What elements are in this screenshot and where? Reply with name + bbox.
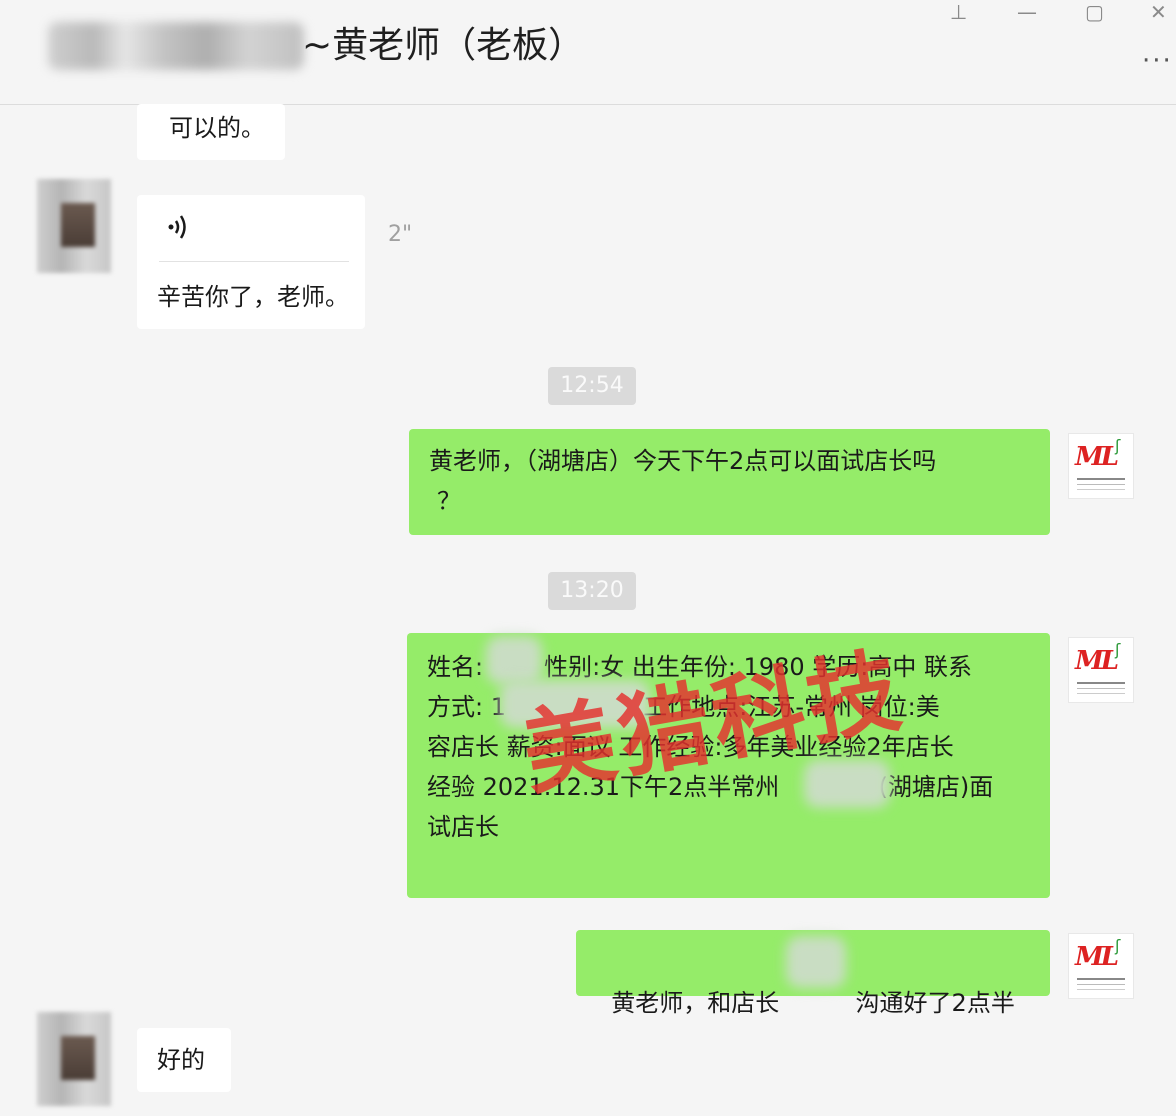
leaf-icon: ʃ bbox=[1115, 640, 1121, 659]
pin-icon[interactable]: ⊥ bbox=[950, 0, 967, 24]
message-text: 黄老师，（湖塘店）今天下午2点可以面试店长吗 bbox=[429, 447, 937, 475]
user-logo-avatar[interactable]: ML ʃ bbox=[1068, 637, 1134, 703]
more-options-icon[interactable]: ··· bbox=[1142, 46, 1173, 76]
message-bubble-sent[interactable]: 黄老师，（湖塘店）今天下午2点可以面试店长吗 ？ bbox=[409, 429, 1050, 535]
message-text: 黄老师，和店长 沟通好了2点半 bbox=[611, 989, 1015, 1017]
message-bubble-received[interactable]: 可以的。 bbox=[137, 104, 285, 160]
redaction-blur bbox=[486, 636, 542, 684]
redaction-blur bbox=[786, 936, 846, 988]
voice-wave-icon bbox=[168, 215, 186, 239]
timestamp: 12:54 bbox=[548, 367, 636, 405]
user-logo-avatar[interactable]: ML ʃ bbox=[1068, 933, 1134, 999]
voice-transcript: 辛苦你了，老师。 bbox=[157, 283, 349, 311]
ml-logo-icon: ML bbox=[1075, 646, 1119, 676]
contact-avatar[interactable] bbox=[37, 1012, 111, 1106]
redaction-blur bbox=[804, 760, 890, 808]
message-text: ？ bbox=[437, 487, 461, 515]
chat-title-bar: ~黄老师（老板） ⊥ — ▢ ✕ ··· bbox=[0, 0, 1176, 105]
leaf-icon: ʃ bbox=[1115, 936, 1121, 955]
maximize-icon[interactable]: ▢ bbox=[1085, 0, 1104, 24]
contact-avatar[interactable] bbox=[37, 179, 111, 273]
timestamp: 13:20 bbox=[548, 572, 636, 610]
message-text: 好的 bbox=[157, 1046, 205, 1074]
user-logo-avatar[interactable]: ML ʃ bbox=[1068, 433, 1134, 499]
message-line: 试店长 bbox=[427, 813, 499, 841]
voice-duration: 2" bbox=[388, 222, 413, 247]
minimize-icon[interactable]: — bbox=[1017, 0, 1037, 24]
close-icon[interactable]: ✕ bbox=[1150, 0, 1167, 24]
transcript-divider bbox=[159, 261, 349, 262]
voice-message-bubble[interactable]: 辛苦你了，老师。 bbox=[137, 195, 365, 329]
blurred-group-name bbox=[48, 22, 304, 70]
ml-logo-icon: ML bbox=[1075, 442, 1119, 472]
message-text: 可以的。 bbox=[169, 114, 265, 142]
leaf-icon: ʃ bbox=[1115, 436, 1121, 455]
message-bubble-received[interactable]: 好的 bbox=[137, 1028, 231, 1092]
ml-logo-icon: ML bbox=[1075, 942, 1119, 972]
chat-title: ~黄老师（老板） bbox=[302, 25, 585, 66]
